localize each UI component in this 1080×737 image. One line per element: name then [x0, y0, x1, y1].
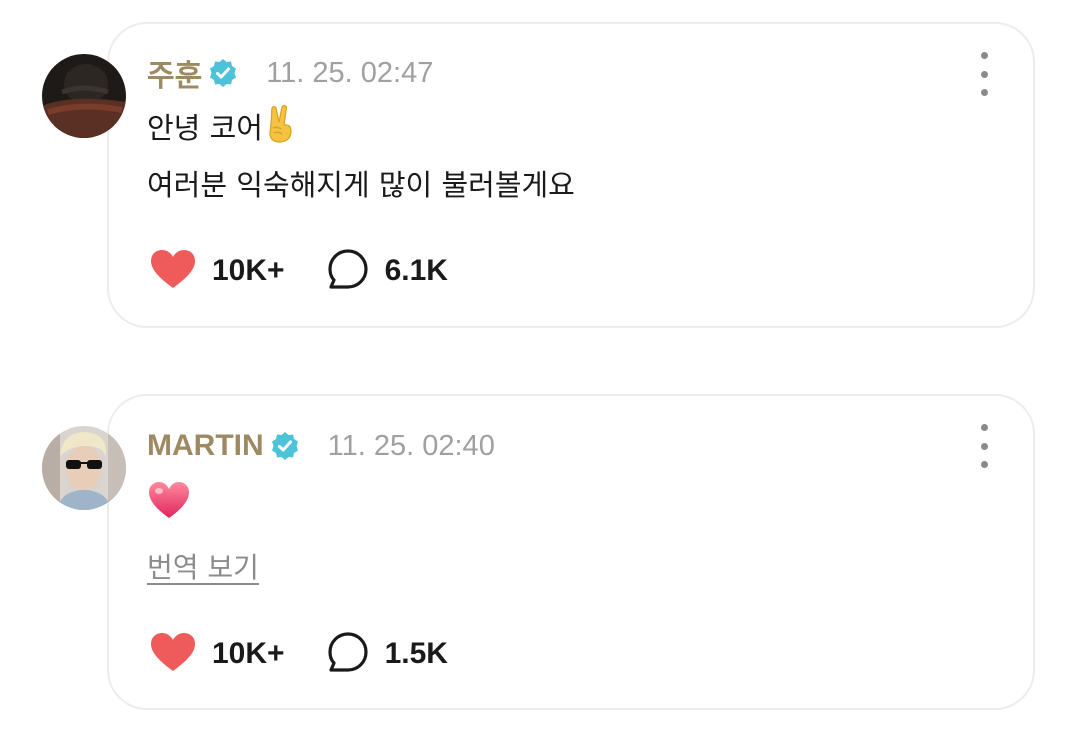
post-header: MARTIN 11. 25. 02:40 — [147, 426, 495, 466]
like-button[interactable]: 10K+ — [150, 632, 285, 676]
like-count: 10K+ — [212, 254, 285, 287]
avatar[interactable] — [42, 426, 126, 510]
post-text-line-1: 안녕 코어 — [147, 111, 263, 145]
more-vertical-icon — [980, 424, 988, 431]
avatar[interactable] — [42, 54, 126, 138]
post-actions: 10K+ 1.5K — [150, 631, 448, 677]
heart-icon — [150, 249, 196, 293]
author-name[interactable]: 주훈 — [147, 51, 202, 95]
more-options-button[interactable] — [966, 424, 1002, 468]
heart-emoji-icon — [147, 482, 191, 527]
post-text-line-2: 여러분 익숙해지게 많이 불러볼게요 — [147, 168, 575, 202]
victory-hand-emoji-icon — [263, 104, 299, 160]
comment-bubble-icon — [327, 631, 369, 677]
post-body: 안녕 코어 여러분 익숙해지게 많이 불러볼게요 — [147, 103, 575, 211]
comment-bubble-icon — [327, 248, 369, 294]
post-header: 주훈 11. 25. 02:47 — [147, 51, 434, 95]
post-timestamp: 11. 25. 02:40 — [327, 429, 495, 462]
verified-badge-icon — [270, 431, 300, 461]
heart-icon — [150, 632, 196, 676]
verified-badge-icon — [208, 58, 238, 88]
post-body — [147, 480, 191, 536]
post-timestamp: 11. 25. 02:47 — [266, 56, 434, 89]
comment-count: 1.5K — [384, 637, 448, 670]
like-button[interactable]: 10K+ — [150, 249, 285, 293]
comment-count: 6.1K — [384, 254, 448, 287]
like-count: 10K+ — [212, 637, 285, 670]
comment-button[interactable]: 6.1K — [327, 248, 448, 294]
translate-link[interactable]: 번역 보기 — [147, 546, 259, 586]
more-options-button[interactable] — [966, 52, 1002, 96]
post-actions: 10K+ 6.1K — [150, 248, 448, 294]
more-vertical-icon — [980, 52, 988, 59]
comment-button[interactable]: 1.5K — [327, 631, 448, 677]
author-name[interactable]: MARTIN — [147, 429, 264, 463]
